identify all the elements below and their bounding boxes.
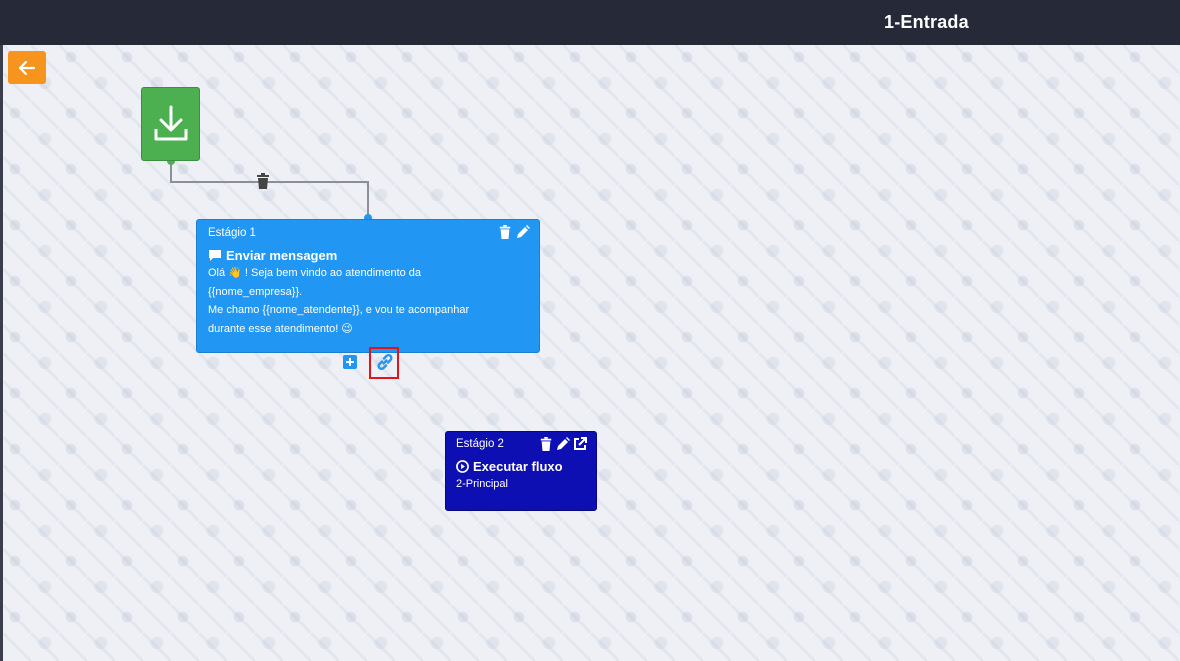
link-icon <box>377 353 393 371</box>
delete-connection-icon[interactable] <box>256 173 270 189</box>
play-circle-icon <box>456 460 469 473</box>
stage2-card[interactable]: Estágio 2 Executar fluxo 2-Principal <box>445 431 597 511</box>
plus-icon <box>346 358 354 366</box>
message-line: {{nome_empresa}}. <box>208 285 303 298</box>
stage1-label: Estágio 1 <box>208 227 256 239</box>
link-stage-button[interactable] <box>375 352 395 372</box>
trash-icon[interactable] <box>539 437 553 451</box>
download-icon <box>154 105 187 141</box>
add-stage-button[interactable] <box>343 355 357 369</box>
trash-icon[interactable] <box>498 225 512 239</box>
comment-icon <box>209 250 221 261</box>
top-bar: 1-Entrada <box>0 0 1180 45</box>
external-link-icon[interactable] <box>573 437 587 451</box>
stage1-action-title: Enviar mensagem <box>226 248 338 263</box>
message-line: durante esse atendimento! 😉 <box>208 322 353 335</box>
message-line: Me chamo {{nome_atendente}}, e vou te ac… <box>208 304 470 316</box>
start-node[interactable] <box>141 87 200 161</box>
page-title: 1-Entrada <box>884 12 969 32</box>
arrow-left-icon <box>19 60 35 75</box>
pencil-icon[interactable] <box>516 225 530 239</box>
stage1-message: Olá 👋 ! Seja bem vindo ao atendimento da… <box>208 264 528 338</box>
message-line: Olá 👋 ! Seja bem vindo ao atendimento da <box>208 267 422 279</box>
stage2-action-title: Executar fluxo <box>473 459 563 474</box>
back-button[interactable] <box>8 51 46 84</box>
pencil-icon[interactable] <box>556 437 570 451</box>
stage1-card[interactable]: Estágio 1 Enviar mensagem Olá 👋 ! Seja b… <box>196 219 540 353</box>
stage2-target-flow: 2-Principal <box>456 478 508 490</box>
